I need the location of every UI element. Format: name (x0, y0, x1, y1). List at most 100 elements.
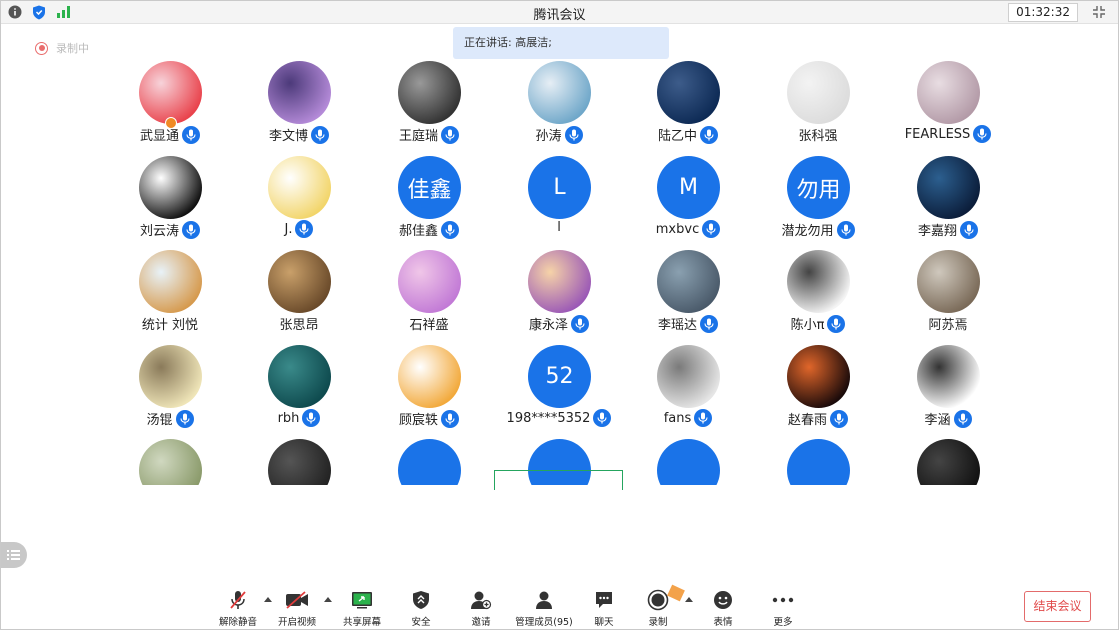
participant-avatar (787, 250, 850, 313)
invite-user-icon (469, 589, 493, 611)
list-icon (7, 550, 20, 560)
recording-dot-icon (35, 41, 48, 55)
muted-mic-icon (226, 589, 250, 611)
invite-label: 邀请 (471, 617, 491, 628)
participant-tile[interactable]: 李瑶达 (623, 214, 753, 333)
manage-members-label: 管理成员(95) (515, 617, 573, 628)
reactions-button[interactable]: 表情 (693, 589, 753, 628)
participant-tile[interactable]: 勿用 潜龙勿用 (753, 120, 883, 239)
invite-button[interactable]: 邀请 (451, 589, 511, 628)
avatar-initials: 52 (545, 364, 574, 389)
manage-members-button[interactable]: 管理成员(95) (513, 589, 575, 628)
participant-tile[interactable]: 统计 刘悦 (105, 214, 235, 333)
participant-tile[interactable]: Mmxbvc (623, 120, 753, 238)
participant-avatar (787, 439, 850, 485)
participant-tile[interactable]: FEARLESS (883, 61, 1013, 143)
more-dots-icon (771, 589, 795, 611)
participant-tile[interactable] (883, 403, 1013, 485)
speaking-banner: 正在讲话: 高展洁; (453, 27, 669, 59)
participant-avatar (398, 439, 461, 485)
participant-tile[interactable]: 刘云涛 (105, 120, 235, 239)
participant-avatar (139, 61, 202, 124)
participant-avatar (917, 345, 980, 408)
security-shield-icon (409, 589, 433, 611)
more-label: 更多 (773, 617, 793, 628)
start-video-button[interactable]: 开启视频 (267, 589, 327, 628)
participant-tile[interactable]: 李嘉翔 (883, 120, 1013, 239)
participant-tile[interactable]: 52 198****5352 (494, 309, 624, 427)
participant-tile[interactable]: 李文博 (234, 61, 364, 144)
participant-tile[interactable]: 佳鑫 郝佳鑫 (364, 120, 494, 239)
chat-label: 聊天 (594, 617, 614, 628)
participant-avatar (268, 250, 331, 313)
participant-tile[interactable]: 陈小π (753, 214, 883, 333)
participant-avatar (657, 345, 720, 408)
participant-avatar (268, 439, 331, 485)
participant-tile[interactable] (753, 403, 883, 485)
record-label: 录制 (648, 617, 668, 628)
side-list-button[interactable] (1, 542, 27, 568)
participant-avatar: M (657, 156, 720, 219)
participant-avatar (268, 345, 331, 408)
recording-label: 录制中 (56, 42, 89, 55)
fullscreen-icon[interactable] (1092, 4, 1108, 20)
participant-avatar (268, 61, 331, 124)
participant-avatar (398, 250, 461, 313)
avatar-initials: 佳鑫 (407, 177, 452, 203)
participant-tile[interactable]: 赵春雨 (753, 309, 883, 428)
participant-tile[interactable]: 李涵 (883, 309, 1013, 428)
participant-avatar: 勿用 (787, 156, 850, 219)
avatar-initials: L (553, 175, 566, 200)
participant-avatar (787, 61, 850, 124)
participant-tile[interactable]: 武显通 (105, 61, 235, 144)
video-options-caret-icon[interactable] (324, 597, 332, 602)
participant-tile[interactable]: 顾宸轶 (364, 309, 494, 428)
members-icon (532, 589, 556, 611)
participant-tile[interactable]: 王庭瑞 (364, 61, 494, 144)
participant-avatar (787, 345, 850, 408)
title-bar: 腾讯会议 01:32:32 (1, 1, 1118, 24)
participant-avatar (139, 345, 202, 408)
recording-indicator[interactable]: 录制中 (35, 40, 89, 56)
participant-tile[interactable]: 孙涛 (494, 61, 624, 144)
meeting-timer: 01:32:32 (1008, 3, 1078, 22)
participant-tile[interactable]: rbh (234, 309, 364, 427)
participant-tile[interactable]: 石祥盛 (364, 214, 494, 333)
participant-tile[interactable]: 阿苏焉 (883, 214, 1013, 333)
participant-tile[interactable]: 康永泽 (494, 214, 624, 333)
participant-tile[interactable] (105, 403, 235, 485)
participant-tile[interactable]: 陆乙中 (623, 61, 753, 144)
start-video-label: 开启视频 (277, 617, 316, 628)
participant-avatar: L (528, 156, 591, 219)
participant-tile[interactable] (364, 403, 494, 485)
participant-tile[interactable]: fans (623, 309, 753, 427)
participant-avatar: 佳鑫 (398, 156, 461, 219)
participant-tile[interactable]: 张思昂 (234, 214, 364, 333)
meeting-window: 腾讯会议 01:32:32 录制中 正在讲话: 高展洁; 武显通 李文博 王庭瑞 孙涛… (0, 0, 1119, 630)
participant-tile[interactable]: J. (234, 120, 364, 238)
participant-avatar (268, 156, 331, 219)
participant-avatar (917, 250, 980, 313)
smiley-icon (711, 589, 735, 611)
chat-bubble-icon (592, 589, 616, 611)
security-button[interactable]: 安全 (391, 589, 451, 628)
participant-tile[interactable]: Ll (494, 120, 624, 235)
participant-tile[interactable] (623, 403, 753, 485)
participant-tile[interactable]: 汤锟 (105, 309, 235, 428)
participant-avatar (528, 61, 591, 124)
record-options-caret-icon[interactable] (685, 597, 693, 602)
participant-grid[interactable]: 武显通 李文博 王庭瑞 孙涛 陆乙中 张科强 FEARLESS 刘云涛 J. 佳鑫 郝佳鑫 Ll Mmx… (1, 61, 1118, 485)
more-button[interactable]: 更多 (753, 589, 813, 628)
share-screen-label: 共享屏幕 (342, 617, 381, 628)
participant-avatar (917, 61, 980, 124)
participant-avatar (657, 439, 720, 485)
share-screen-button[interactable]: 共享屏幕 (332, 589, 392, 628)
participant-avatar (657, 61, 720, 124)
end-meeting-button[interactable]: 结束会议 (1024, 591, 1091, 622)
participant-tile[interactable]: 张科强 (753, 61, 883, 144)
record-icon (646, 589, 670, 611)
chat-button[interactable]: 聊天 (574, 589, 634, 628)
unmute-button[interactable]: 解除静音 (208, 589, 268, 628)
participant-tile[interactable] (234, 403, 364, 485)
participant-avatar: 52 (528, 345, 591, 408)
